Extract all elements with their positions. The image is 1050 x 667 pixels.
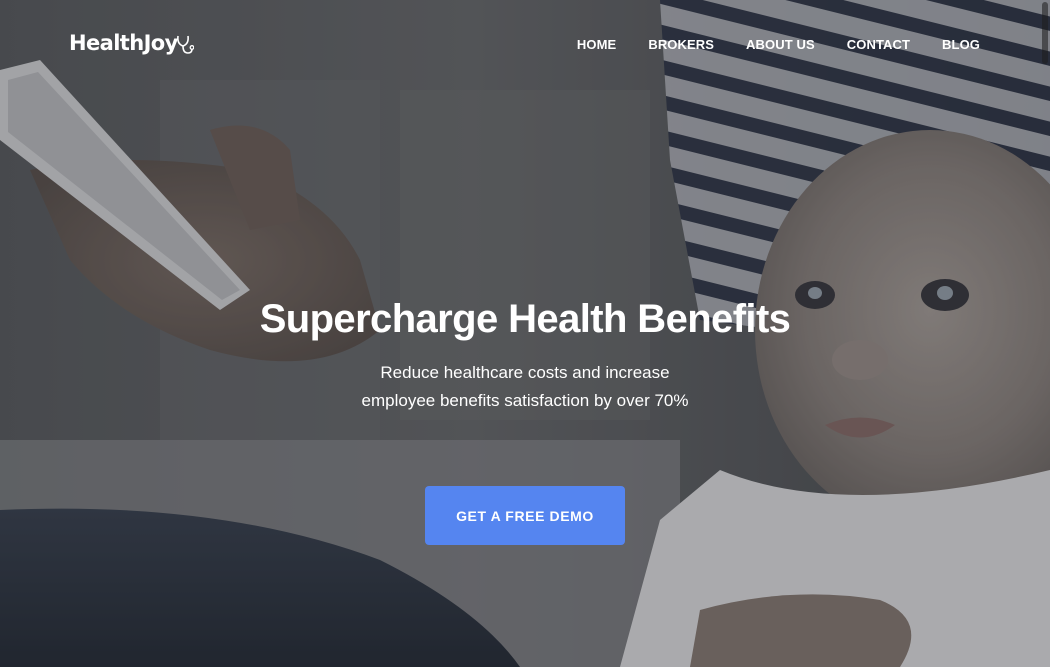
hero-headline: Supercharge Health Benefits: [259, 297, 791, 341]
get-free-demo-button[interactable]: GET A FREE DEMO: [425, 486, 625, 545]
scrollbar-thumb[interactable]: [1042, 2, 1048, 64]
logo-text: HealthJoy: [69, 31, 178, 55]
nav-blog-link[interactable]: BLOG: [942, 36, 980, 54]
nav-home-link[interactable]: HOME: [577, 36, 616, 54]
hero-subheadline-line-2: employee benefits satisfaction by over 7…: [361, 391, 689, 410]
hero-subheadline-line-1: Reduce healthcare costs and increase: [380, 363, 670, 382]
nav-about-us-link[interactable]: ABOUT US: [746, 36, 815, 54]
nav-brokers-link[interactable]: BROKERS: [648, 36, 714, 54]
nav-contact-link[interactable]: CONTACT: [847, 36, 910, 54]
healthjoy-logo[interactable]: HealthJoy: [69, 30, 194, 56]
stethoscope-icon: [176, 35, 194, 54]
main-nav: HOME BROKERS ABOUT US CONTACT BLOG: [545, 36, 980, 54]
hero-section: HealthJoy HOME BROKERS ABOUT US CONTACT …: [0, 0, 1050, 667]
